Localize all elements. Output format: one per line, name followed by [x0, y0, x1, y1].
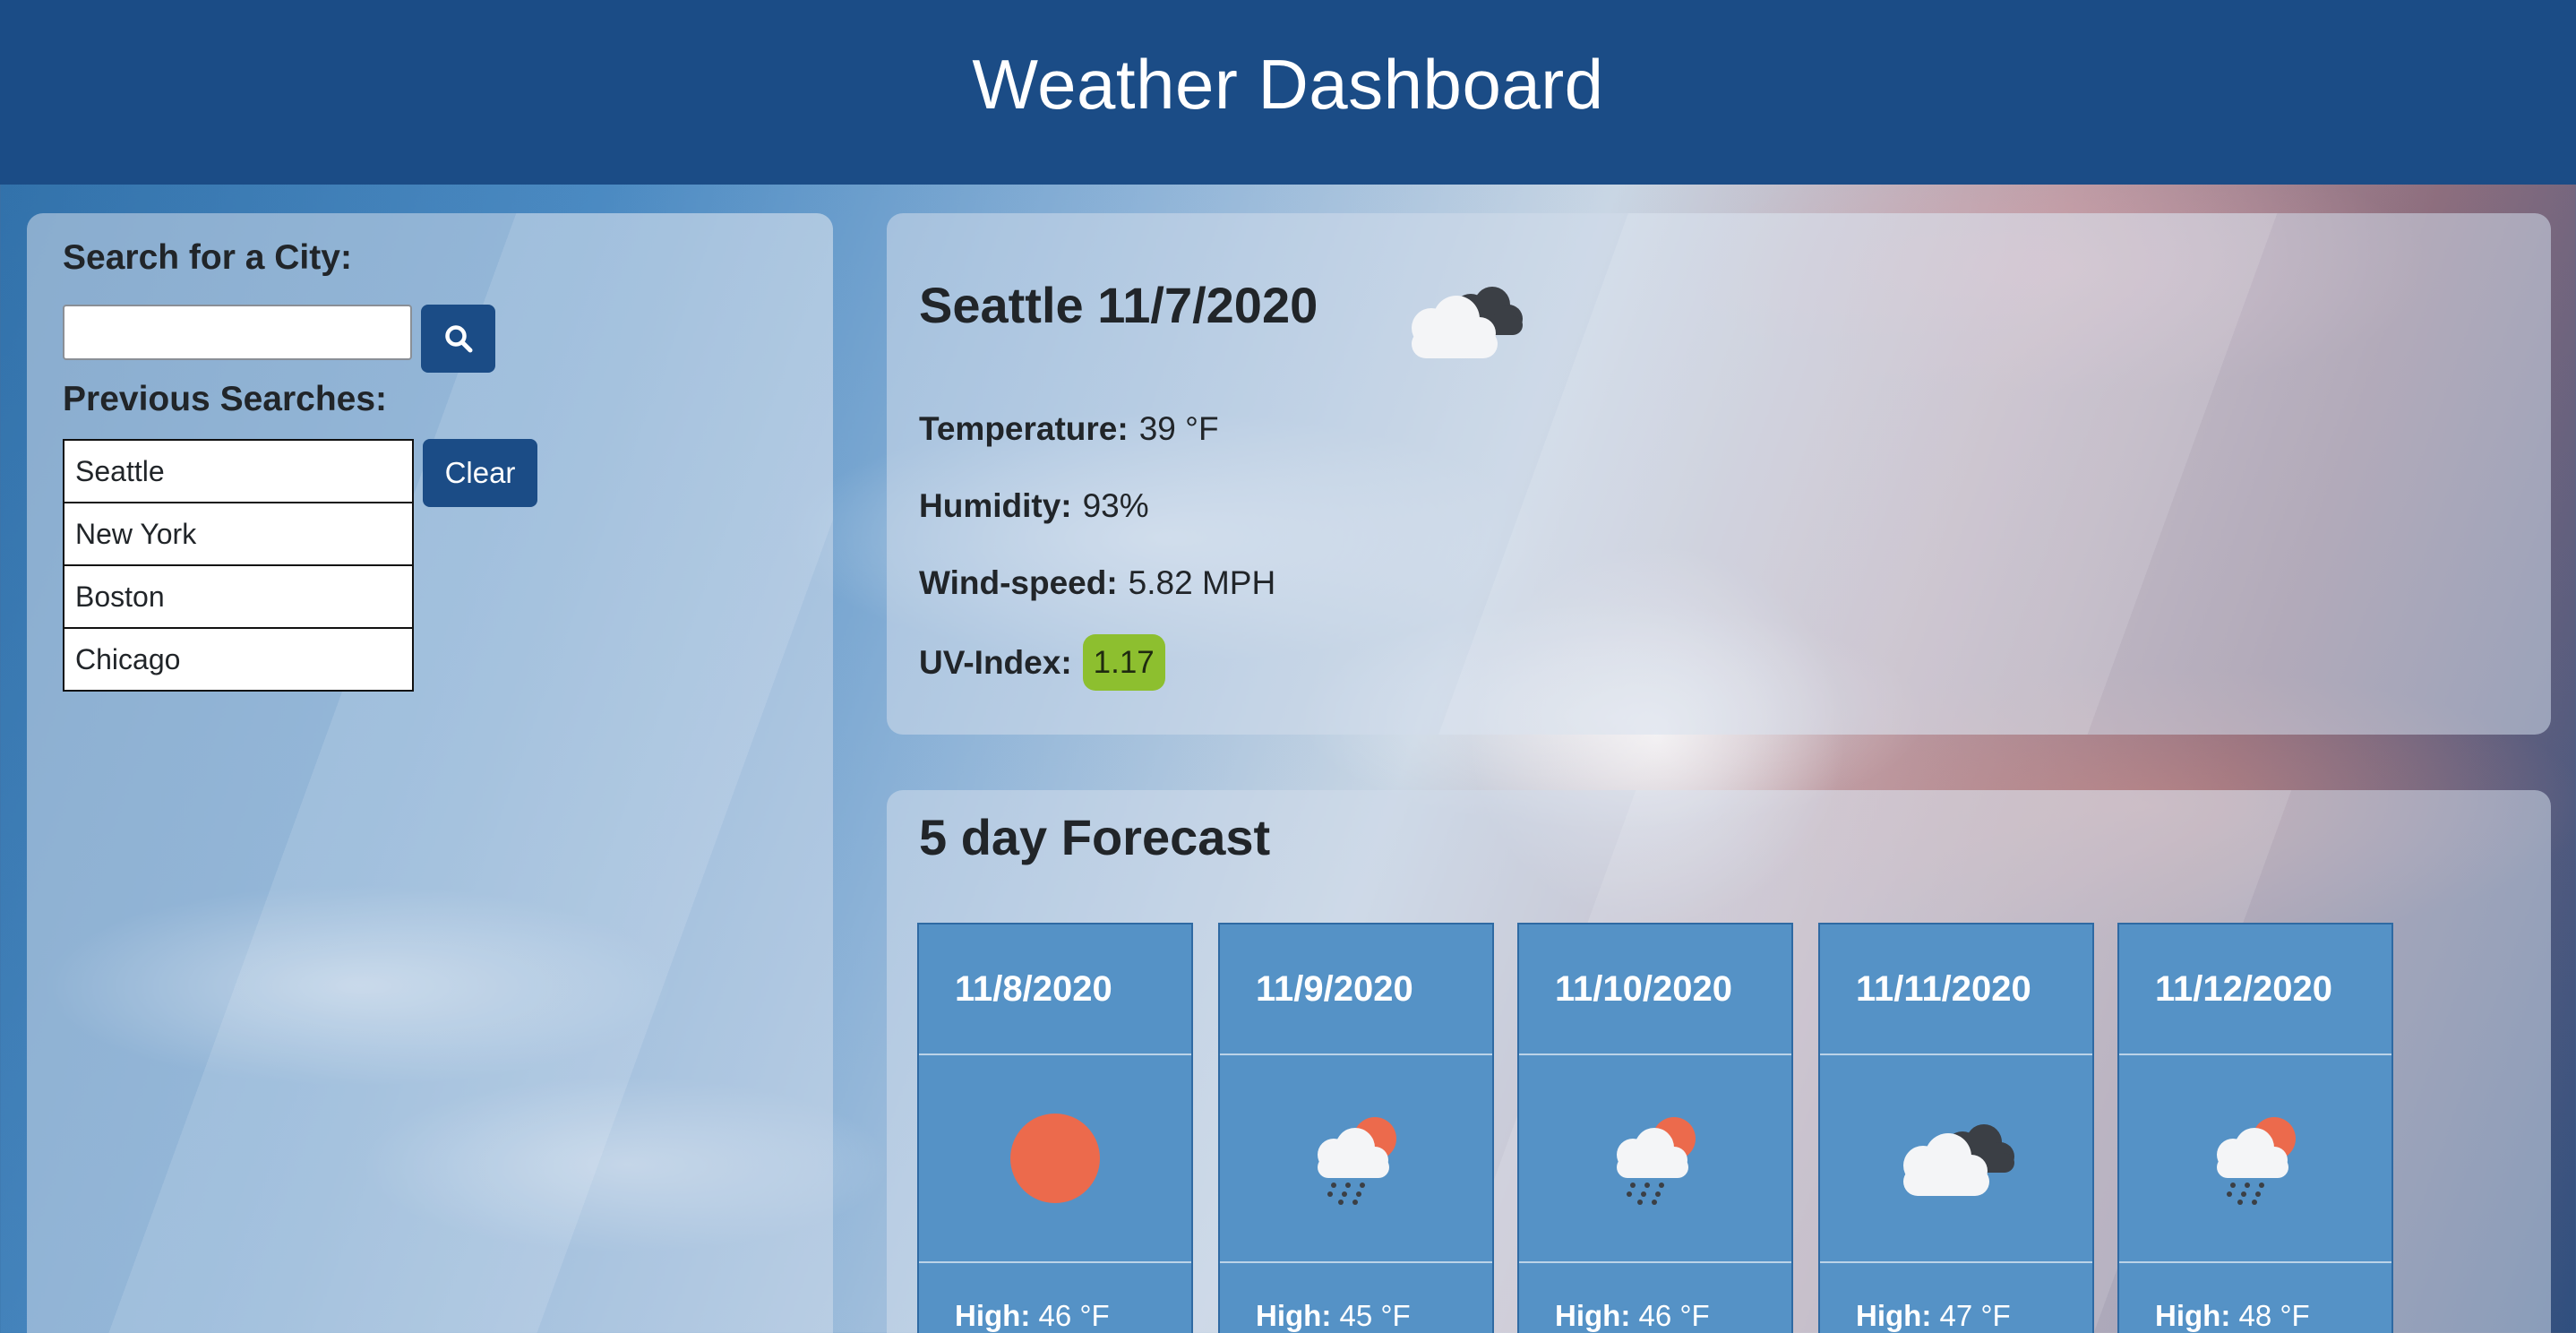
- humidity-value: 93%: [1082, 487, 1149, 524]
- high-label: High:: [1856, 1299, 1932, 1332]
- humidity-row: Humidity: 93%: [919, 487, 1149, 525]
- forecast-card: 11/11/2020 High: 47 °F: [1818, 923, 2094, 1333]
- previous-searches-label: Previous Searches:: [63, 380, 388, 418]
- current-weather-panel: Seattle 11/7/2020 Temperature: 39 °F Hum…: [887, 213, 2551, 735]
- temperature-row: Temperature: 39 °F: [919, 410, 1219, 448]
- rain-sun-icon: [1307, 1112, 1405, 1205]
- forecast-card: 11/12/2020 High: 48 °F: [2117, 923, 2393, 1333]
- humidity-label: Humidity:: [919, 487, 1072, 524]
- forecast-title: 5 day Forecast: [919, 809, 1271, 865]
- search-panel: Search for a City: Previous Searches: Se…: [27, 213, 833, 1333]
- rain-sun-icon: [1606, 1112, 1704, 1205]
- high-value: 46 °F: [1038, 1299, 1110, 1332]
- wind-label: Wind-speed:: [919, 564, 1118, 601]
- previous-searches-list: Seattle New York Boston Chicago: [63, 439, 414, 692]
- page-header: Weather Dashboard: [0, 0, 2576, 185]
- high-value: 45 °F: [1339, 1299, 1411, 1332]
- history-item-chicago[interactable]: Chicago: [63, 629, 414, 692]
- forecast-panel: 5 day Forecast 11/8/2020 High: 46 °F 11/…: [887, 790, 2551, 1333]
- wind-row: Wind-speed: 5.82 MPH: [919, 564, 1275, 602]
- rain-sun-icon: [2206, 1112, 2305, 1205]
- forecast-date: 11/9/2020: [1220, 924, 1492, 1055]
- history-item-seattle[interactable]: Seattle: [63, 439, 414, 503]
- forecast-date: 11/10/2020: [1519, 924, 1791, 1055]
- high-value: 48 °F: [2238, 1299, 2310, 1332]
- high-label: High:: [2155, 1299, 2231, 1332]
- uv-label: UV-Index:: [919, 643, 1072, 681]
- temperature-value: 39 °F: [1138, 410, 1219, 447]
- cloudy-icon: [1397, 276, 1532, 366]
- forecast-card: 11/10/2020 High: 46 °F: [1517, 923, 1793, 1333]
- history-item-new-york[interactable]: New York: [63, 503, 414, 566]
- high-value: 46 °F: [1638, 1299, 1710, 1332]
- uv-index-badge: 1.17: [1082, 634, 1165, 691]
- wind-value: 5.82 MPH: [1128, 564, 1276, 601]
- cloudy-icon: [1889, 1114, 2023, 1203]
- high-label: High:: [1256, 1299, 1332, 1332]
- search-button[interactable]: [421, 305, 495, 373]
- current-city-title: Seattle 11/7/2020: [919, 277, 1318, 333]
- search-icon: [443, 323, 474, 354]
- sun-icon: [1009, 1112, 1102, 1205]
- forecast-date: 11/12/2020: [2119, 924, 2391, 1055]
- history-item-boston[interactable]: Boston: [63, 566, 414, 629]
- city-search-input[interactable]: [63, 305, 412, 360]
- high-value: 47 °F: [1939, 1299, 2011, 1332]
- clear-history-button[interactable]: Clear: [423, 439, 537, 507]
- forecast-card: 11/9/2020 High: 45 °F: [1218, 923, 1494, 1333]
- search-label: Search for a City:: [63, 238, 352, 277]
- forecast-date: 11/11/2020: [1820, 924, 2092, 1055]
- temperature-label: Temperature:: [919, 410, 1129, 447]
- high-label: High:: [1555, 1299, 1631, 1332]
- forecast-date: 11/8/2020: [919, 924, 1191, 1055]
- uv-row: UV-Index: 1.17: [919, 634, 1165, 691]
- forecast-card: 11/8/2020 High: 46 °F: [917, 923, 1193, 1333]
- page-title: Weather Dashboard: [972, 44, 1604, 124]
- high-label: High:: [955, 1299, 1031, 1332]
